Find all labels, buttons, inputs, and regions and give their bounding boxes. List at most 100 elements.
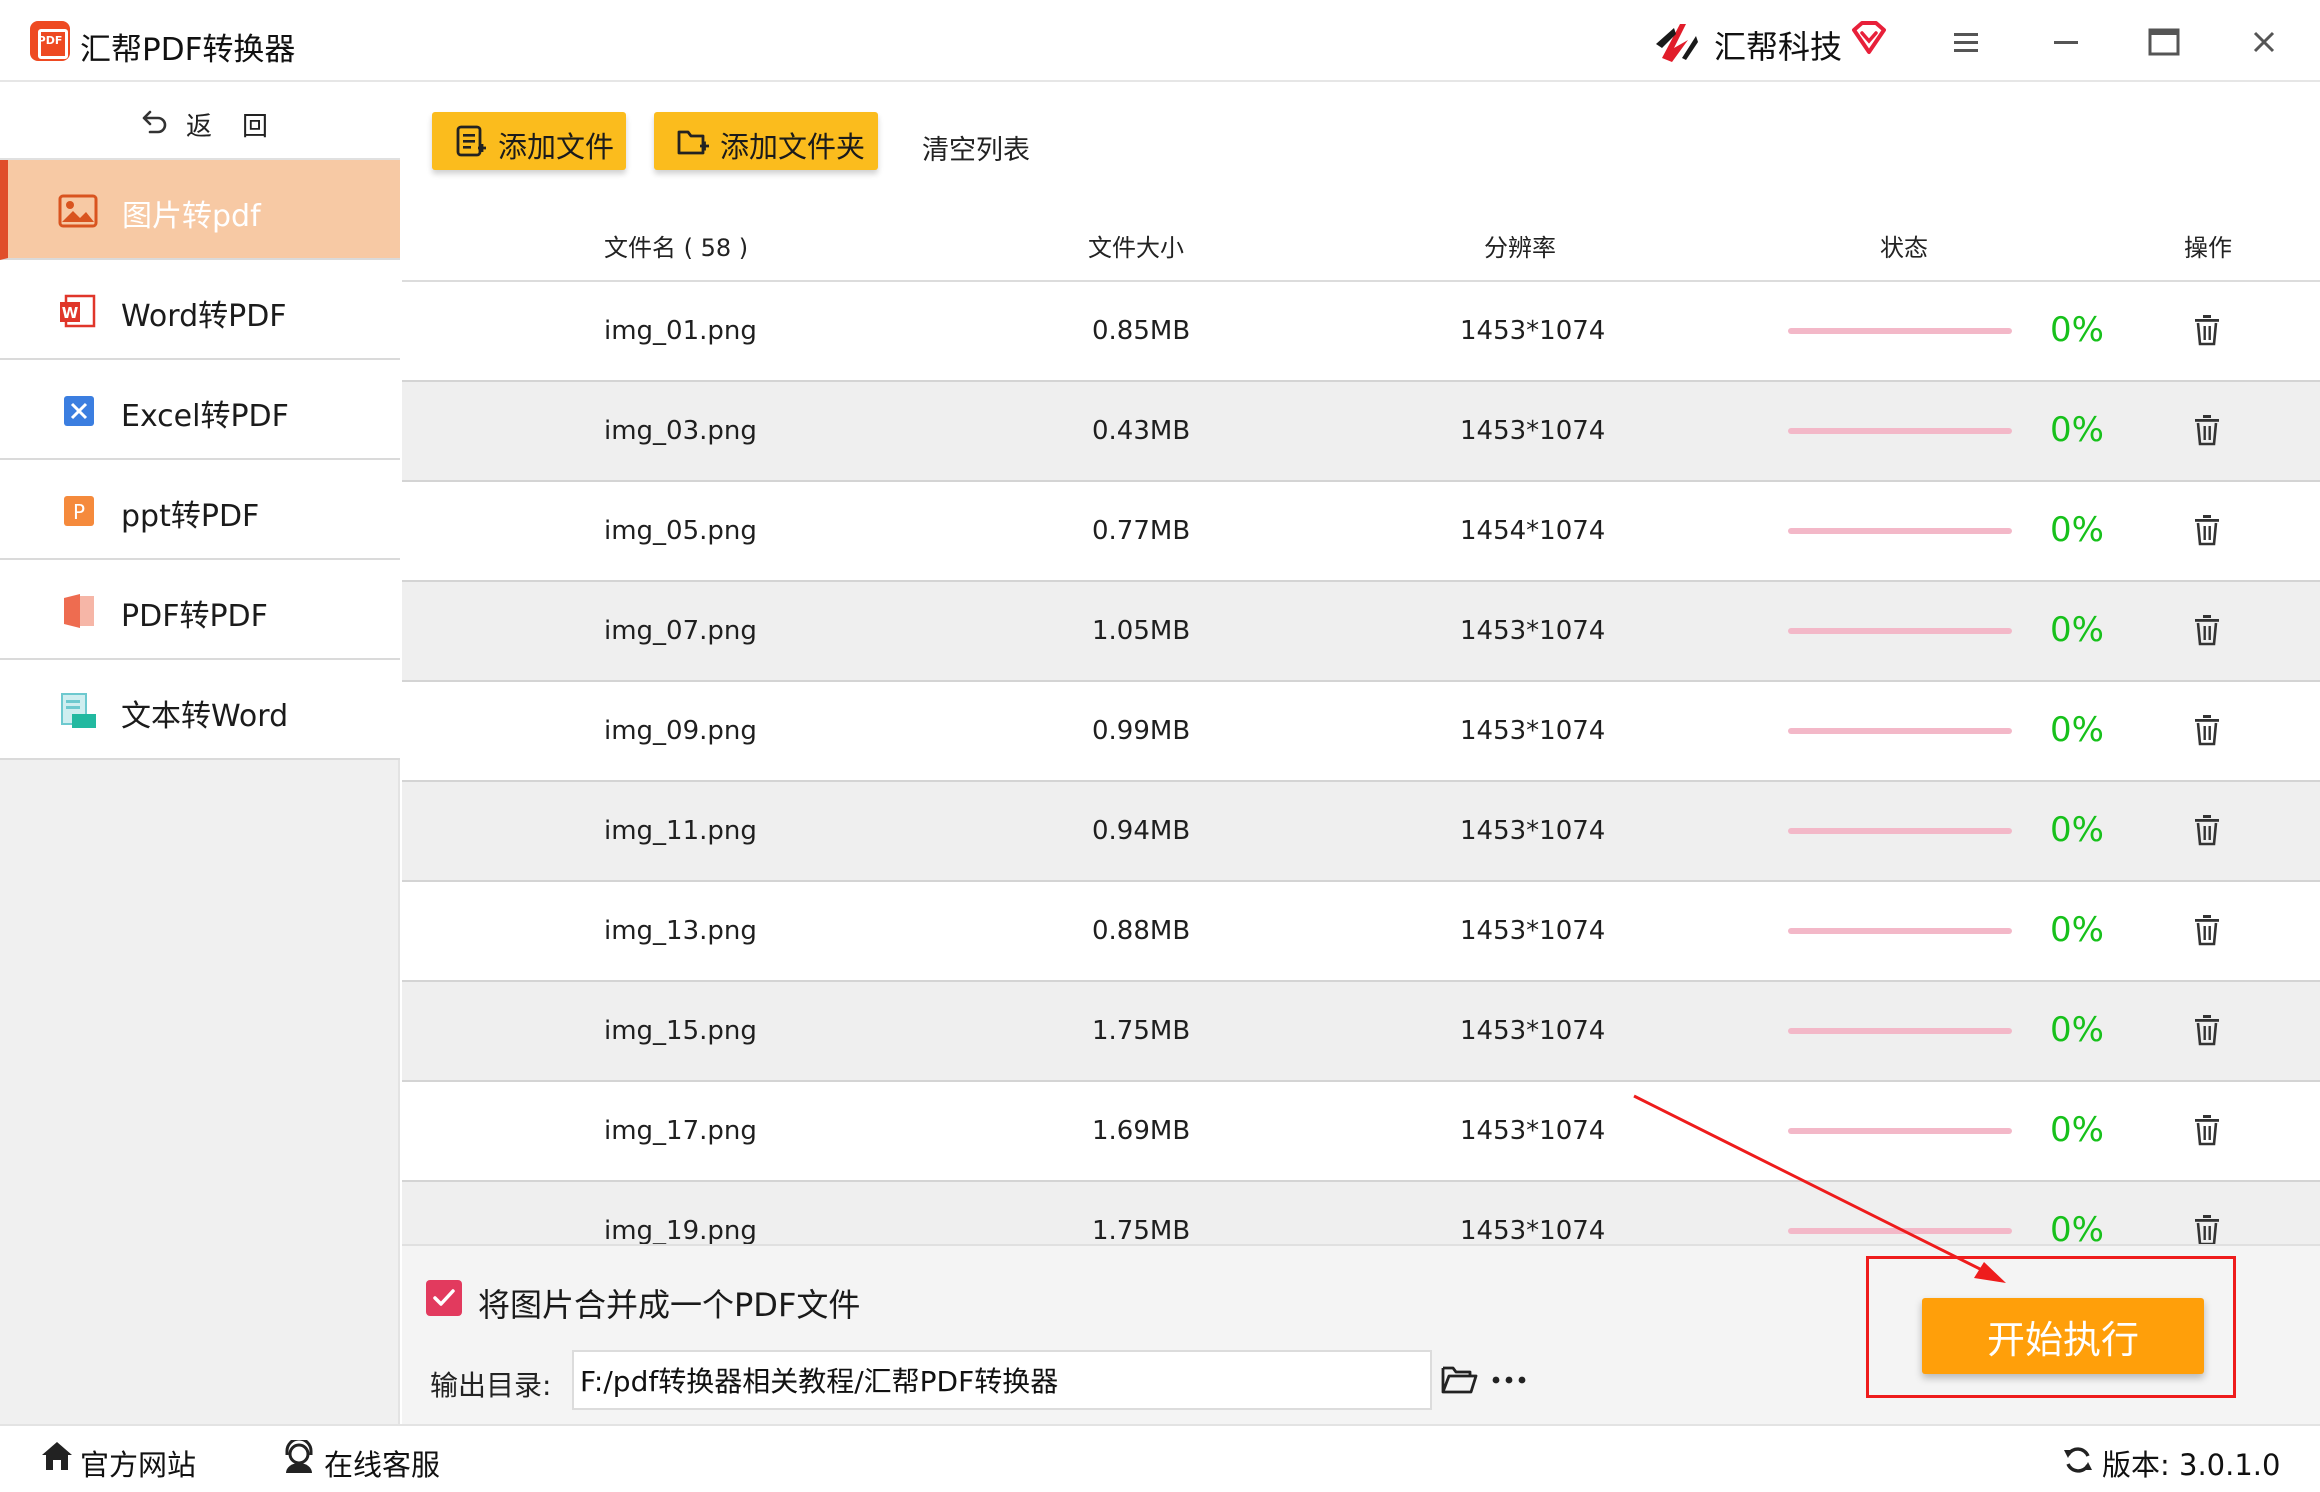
file-size: 0.85MB (1092, 316, 1191, 346)
progress-bar (1788, 1228, 2012, 1234)
output-dir-label: 输出目录: (430, 1369, 552, 1402)
file-name: img_07.png (604, 616, 757, 646)
file-name: img_17.png (604, 1116, 757, 1146)
app-logo-icon: PDF (30, 21, 70, 61)
clear-list-button[interactable]: 清空列表 (922, 128, 1030, 167)
close-icon[interactable] (2242, 20, 2286, 64)
file-name: img_05.png (604, 516, 757, 546)
vip-diamond-icon[interactable] (1850, 20, 1888, 56)
sidebar-item-label: PDF转PDF (121, 599, 268, 634)
file-size: 1.05MB (1092, 616, 1191, 646)
minimize-icon[interactable] (2044, 20, 2088, 64)
sidebar-item-label: Word转PDF (121, 299, 287, 334)
sidebar-item-label: 文本转Word (121, 699, 289, 734)
file-name: img_01.png (604, 316, 757, 346)
delete-icon[interactable] (2192, 514, 2222, 546)
delete-icon[interactable] (2192, 914, 2222, 946)
delete-icon[interactable] (2192, 1214, 2222, 1244)
file-resolution: 1453*1074 (1460, 1116, 1606, 1146)
image-icon (58, 194, 98, 228)
progress-percent: 0% (2050, 410, 2104, 450)
back-button[interactable]: 返回 (0, 82, 400, 160)
file-resolution: 1453*1074 (1460, 316, 1606, 346)
delete-icon[interactable] (2192, 714, 2222, 746)
delete-icon[interactable] (2192, 1114, 2222, 1146)
add-file-icon (456, 125, 486, 157)
refresh-icon[interactable] (2062, 1444, 2094, 1476)
sidebar-item-text-to-word[interactable]: 文本转Word (0, 660, 400, 760)
output-dir-input[interactable] (572, 1350, 1432, 1410)
more-options-icon[interactable] (1490, 1370, 1528, 1390)
table-row[interactable]: img_19.png 1.75MB 1453*1074 0% (402, 1182, 2320, 1244)
delete-icon[interactable] (2192, 314, 2222, 346)
online-service-link[interactable]: 在线客服 (324, 1442, 440, 1484)
merge-checkbox[interactable] (426, 1280, 462, 1316)
table-row[interactable]: img_07.png 1.05MB 1453*1074 0% (402, 582, 2320, 682)
toolbar: 添加文件 添加文件夹 清空列表 (402, 82, 2320, 204)
excel-icon (64, 396, 94, 426)
delete-icon[interactable] (2192, 414, 2222, 446)
file-resolution: 1454*1074 (1460, 516, 1606, 546)
sidebar-item-pdf-to-pdf[interactable]: PDF转PDF (0, 560, 400, 660)
table-row[interactable]: img_17.png 1.69MB 1453*1074 0% (402, 1082, 2320, 1182)
table-row[interactable]: img_09.png 0.99MB 1453*1074 0% (402, 682, 2320, 782)
merge-label: 将图片合并成一个PDF文件 (478, 1286, 861, 1324)
back-arrow-icon (142, 110, 167, 134)
file-size: 0.94MB (1092, 816, 1191, 846)
sidebar: 返回 图片转pdf W Word转PDF Excel转PDF P ppt转PDF (0, 82, 400, 1424)
table-row[interactable]: img_13.png 0.88MB 1453*1074 0% (402, 882, 2320, 982)
folder-open-icon[interactable] (1440, 1362, 1478, 1396)
file-size: 0.99MB (1092, 716, 1191, 746)
sidebar-item-word-to-pdf[interactable]: W Word转PDF (0, 260, 400, 360)
sidebar-item-image-to-pdf[interactable]: 图片转pdf (0, 160, 400, 260)
menu-icon[interactable] (1944, 20, 1988, 64)
file-resolution: 1453*1074 (1460, 716, 1606, 746)
header-filename: 文件名 ( 58 ) (604, 234, 749, 262)
add-folder-button[interactable]: 添加文件夹 (654, 112, 878, 170)
header-resolution: 分辨率 (1484, 234, 1556, 262)
app-title: 汇帮PDF转换器 (80, 32, 296, 68)
progress-bar (1788, 1028, 2012, 1034)
file-name: img_19.png (604, 1216, 757, 1244)
add-folder-icon (677, 130, 709, 155)
add-file-button[interactable]: 添加文件 (432, 112, 626, 170)
brand-name: 汇帮科技 (1714, 28, 1843, 66)
add-folder-label: 添加文件夹 (720, 130, 866, 164)
svg-text:W: W (62, 304, 79, 322)
delete-icon[interactable] (2192, 1014, 2222, 1046)
delete-icon[interactable] (2192, 614, 2222, 646)
table-row[interactable]: img_11.png 0.94MB 1453*1074 0% (402, 782, 2320, 882)
maximize-icon[interactable] (2142, 20, 2186, 64)
table-row[interactable]: img_15.png 1.75MB 1453*1074 0% (402, 982, 2320, 1082)
file-size: 0.77MB (1092, 516, 1191, 546)
progress-percent: 0% (2050, 710, 2104, 750)
file-name: img_11.png (604, 816, 757, 846)
home-icon (42, 1442, 72, 1470)
progress-bar (1788, 728, 2012, 734)
sidebar-item-label: ppt转PDF (121, 499, 260, 534)
table-row[interactable]: img_01.png 0.85MB 1453*1074 0% (402, 282, 2320, 382)
start-button[interactable]: 开始执行 (1922, 1298, 2204, 1374)
delete-icon[interactable] (2192, 814, 2222, 846)
file-resolution: 1453*1074 (1460, 816, 1606, 846)
progress-bar (1788, 828, 2012, 834)
sidebar-item-ppt-to-pdf[interactable]: P ppt转PDF (0, 460, 400, 560)
progress-bar (1788, 928, 2012, 934)
checkmark-icon (433, 1289, 455, 1306)
text-icon (61, 693, 96, 728)
progress-percent: 0% (2050, 310, 2104, 350)
file-resolution: 1453*1074 (1460, 416, 1606, 446)
progress-bar (1788, 628, 2012, 634)
table-body: img_01.png 0.85MB 1453*1074 0% img_03.png 0.4… (402, 282, 2320, 1244)
official-website-link[interactable]: 官方网站 (80, 1442, 196, 1484)
progress-percent: 0% (2050, 510, 2104, 550)
table-row[interactable]: img_05.png 0.77MB 1454*1074 0% (402, 482, 2320, 582)
progress-percent: 0% (2050, 610, 2104, 650)
sidebar-item-excel-to-pdf[interactable]: Excel转PDF (0, 360, 400, 460)
table-row[interactable]: img_03.png 0.43MB 1453*1074 0% (402, 382, 2320, 482)
header-filesize: 文件大小 (1088, 234, 1184, 262)
header-operation: 操作 (2184, 234, 2232, 262)
file-name: img_03.png (604, 416, 757, 446)
customer-service-icon (285, 1440, 313, 1473)
add-file-label: 添加文件 (498, 130, 615, 164)
